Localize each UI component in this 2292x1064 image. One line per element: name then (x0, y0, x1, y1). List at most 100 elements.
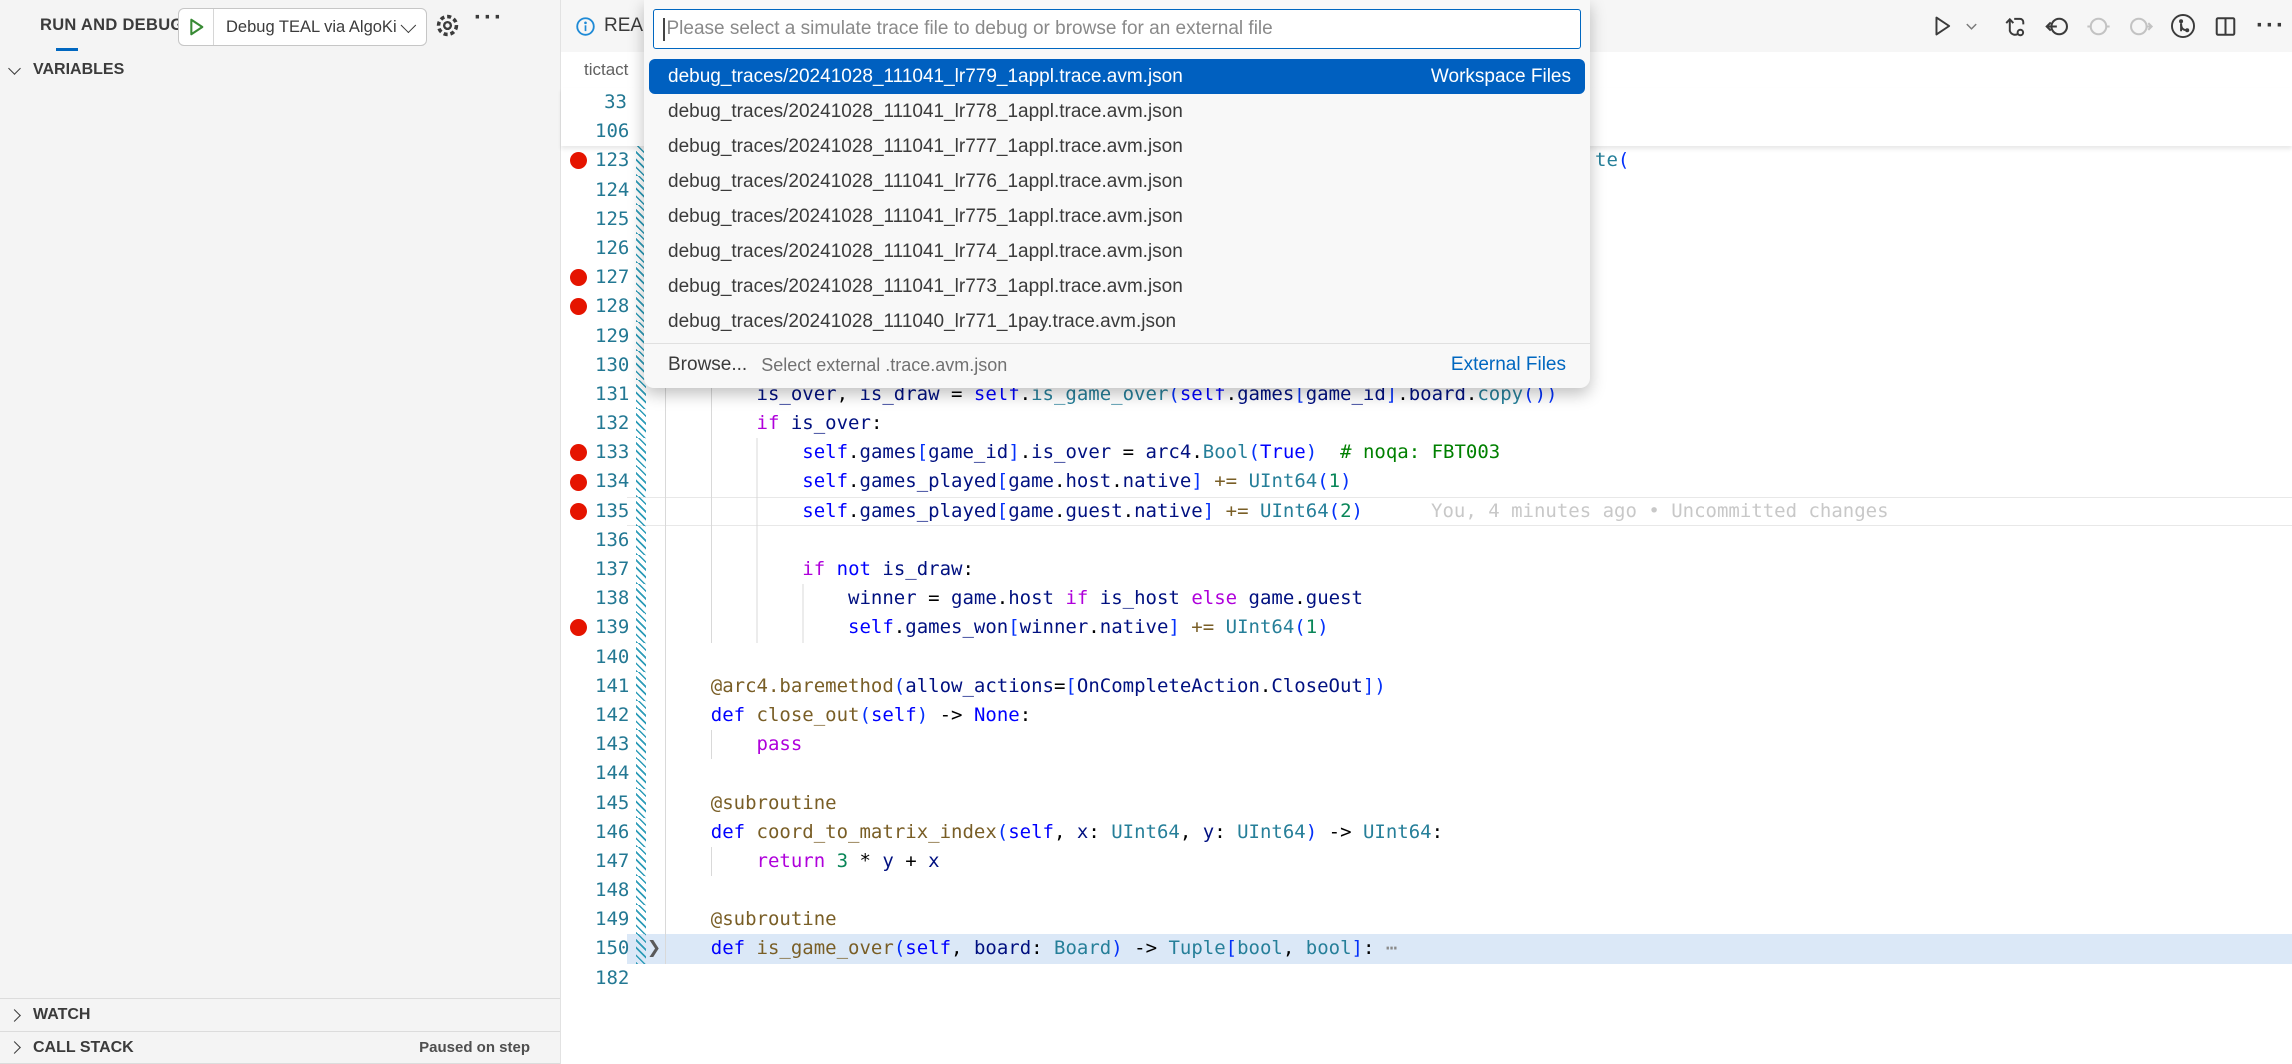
line-number[interactable]: 125 (595, 205, 627, 234)
code-line[interactable]: 144 (561, 759, 2292, 788)
line-number[interactable]: 128 (595, 292, 627, 321)
code-line[interactable]: 137 if not is_draw: (561, 555, 2292, 584)
breakpoint-gutter[interactable] (561, 88, 595, 117)
breakpoint-gutter[interactable] (561, 409, 595, 438)
breakpoint-gutter[interactable] (561, 146, 595, 175)
watch-section-header[interactable]: WATCH (0, 998, 560, 1031)
line-number[interactable]: 123 (595, 146, 627, 175)
line-number[interactable]: 148 (595, 876, 627, 905)
code-line[interactable]: 134 self.games_played[game.host.native] … (561, 467, 2292, 496)
breakpoint-gutter[interactable] (561, 905, 595, 934)
gear-icon[interactable] (434, 12, 461, 39)
code-line[interactable]: 146 def coord_to_matrix_index(self, x: U… (561, 818, 2292, 847)
trace-file-option[interactable]: debug_traces/20241028_111041_lr779_1appl… (649, 59, 1585, 94)
breakpoint-gutter[interactable] (561, 730, 595, 759)
line-number[interactable]: 137 (595, 555, 627, 584)
trace-file-option[interactable]: debug_traces/20241028_111040_lr771_1pay.… (649, 304, 1585, 339)
line-number[interactable]: 139 (595, 613, 627, 642)
breakpoint-gutter[interactable] (561, 438, 595, 467)
code-line[interactable]: 140 (561, 643, 2292, 672)
breakpoint-icon[interactable] (570, 503, 587, 520)
variables-section-header[interactable]: VARIABLES (0, 54, 560, 86)
code-line[interactable]: 147 return 3 * y + x (561, 847, 2292, 876)
line-number[interactable]: 106 (595, 117, 627, 146)
line-number[interactable]: 130 (595, 351, 627, 380)
breakpoint-gutter[interactable] (561, 701, 595, 730)
breakpoint-icon[interactable] (570, 619, 587, 636)
start-debugging-button[interactable] (179, 9, 214, 45)
code-line[interactable]: 148 (561, 876, 2292, 905)
breakpoint-gutter[interactable] (561, 555, 595, 584)
compare-changes-icon[interactable] (2002, 13, 2028, 39)
breakpoint-gutter[interactable] (561, 322, 595, 351)
run-options-chevron-icon[interactable] (1964, 19, 1979, 34)
trace-file-option[interactable]: debug_traces/20241028_111041_lr776_1appl… (649, 164, 1585, 199)
breakpoint-gutter[interactable] (561, 584, 595, 613)
breakpoint-gutter[interactable] (561, 176, 595, 205)
line-number[interactable]: 145 (595, 789, 627, 818)
code-line[interactable]: 139 self.games_won[winner.native] += UIn… (561, 613, 2292, 642)
line-number[interactable]: 146 (595, 818, 627, 847)
breakpoint-gutter[interactable] (561, 759, 595, 788)
breakpoint-gutter[interactable] (561, 672, 595, 701)
breakpoint-gutter[interactable] (561, 934, 595, 963)
browse-external-file-option[interactable]: Browse... Select external .trace.avm.jso… (644, 343, 1590, 386)
line-number[interactable]: 138 (595, 584, 627, 613)
editor-tab[interactable]: REA (561, 0, 653, 52)
code-line[interactable]: 143 pass (561, 730, 2292, 759)
step-back-icon[interactable] (2043, 13, 2070, 40)
line-number[interactable]: 147 (595, 847, 627, 876)
line-number[interactable]: 149 (595, 905, 627, 934)
run-python-file-icon[interactable] (1929, 13, 1955, 39)
split-editor-icon[interactable] (2212, 13, 2239, 40)
call-stack-section-header[interactable]: CALL STACK Paused on step (0, 1031, 560, 1064)
breakpoint-gutter[interactable] (561, 263, 595, 292)
line-number[interactable]: 132 (595, 409, 627, 438)
breakpoint-icon[interactable] (570, 444, 587, 461)
breakpoint-gutter[interactable] (561, 643, 595, 672)
line-number[interactable]: 135 (595, 497, 627, 526)
code-line[interactable]: 135 self.games_played[game.guest.native]… (561, 497, 2292, 526)
code-line[interactable]: 136 (561, 526, 2292, 555)
timeline-icon[interactable] (2169, 12, 2197, 40)
line-number[interactable]: 182 (595, 964, 627, 993)
line-number[interactable]: 142 (595, 701, 627, 730)
quickpick-input[interactable]: Please select a simulate trace file to d… (653, 9, 1581, 49)
line-number[interactable]: 129 (595, 322, 627, 351)
code-line[interactable]: 133 self.games[game_id].is_over = arc4.B… (561, 438, 2292, 467)
breakpoint-icon[interactable] (570, 474, 587, 491)
more-actions-icon[interactable]: ··· (474, 4, 504, 32)
breakpoint-gutter[interactable] (561, 847, 595, 876)
breakpoint-icon[interactable] (570, 269, 587, 286)
breadcrumb-filename[interactable]: tictact (584, 60, 628, 80)
code-line[interactable]: 141 @arc4.baremethod(allow_actions=[OnCo… (561, 672, 2292, 701)
more-actions-icon[interactable]: ··· (2256, 12, 2286, 40)
line-number[interactable]: 144 (595, 759, 627, 788)
code-line[interactable]: 150❯ def is_game_over(self, board: Board… (561, 934, 2292, 963)
line-number[interactable]: 124 (595, 176, 627, 205)
trace-file-option[interactable]: debug_traces/20241028_111041_lr777_1appl… (649, 129, 1585, 164)
breakpoint-icon[interactable] (570, 298, 587, 315)
breakpoint-gutter[interactable] (561, 351, 595, 380)
line-number[interactable]: 140 (595, 643, 627, 672)
breakpoint-gutter[interactable] (561, 467, 595, 496)
trace-file-option[interactable]: debug_traces/20241028_111041_lr775_1appl… (649, 199, 1585, 234)
line-number[interactable]: 131 (595, 380, 627, 409)
breakpoint-gutter[interactable] (561, 526, 595, 555)
line-number[interactable]: 127 (595, 263, 627, 292)
breakpoint-gutter[interactable] (561, 876, 595, 905)
trace-file-option[interactable]: debug_traces/20241028_111041_lr773_1appl… (649, 269, 1585, 304)
breakpoint-gutter[interactable] (561, 292, 595, 321)
line-number[interactable]: 126 (595, 234, 627, 263)
line-number[interactable]: 134 (595, 467, 627, 496)
line-number[interactable]: 33 (595, 88, 627, 117)
line-number[interactable]: 141 (595, 672, 627, 701)
breakpoint-gutter[interactable] (561, 964, 595, 993)
chevron-down-icon[interactable] (405, 9, 426, 45)
breakpoint-gutter[interactable] (561, 117, 595, 146)
breakpoint-gutter[interactable] (561, 205, 595, 234)
debug-config-select[interactable]: Debug TEAL via AlgoKi (214, 9, 405, 45)
breakpoint-gutter[interactable] (561, 789, 595, 818)
code-line[interactable]: 142 def close_out(self) -> None: (561, 701, 2292, 730)
breakpoint-gutter[interactable] (561, 380, 595, 409)
